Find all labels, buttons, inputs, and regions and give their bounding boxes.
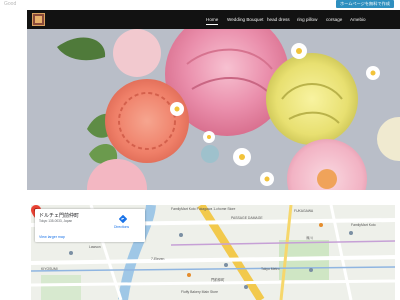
google-map[interactable]: FamilyMart Koto Fukagawa 1-chome Store P… [31,205,395,300]
nav-item-head-dress[interactable]: head dress [267,10,290,29]
map-label: 門前仲町 [211,278,225,282]
directions-icon[interactable] [119,215,127,223]
logo-emblem [35,16,42,23]
map-label: 7-Eleven [151,257,165,261]
map-label: FUKAGAWA [294,209,314,213]
map-label: 深川 [306,236,313,240]
site-label: Good [4,1,17,7]
map-label: Tokyo Metro [261,267,280,271]
site-logo[interactable] [32,13,45,26]
navbar: Home Wedding Bouquet head dress ring pil… [27,10,400,29]
map-label: Fluffy Bakery Main Store [181,290,219,294]
map-label: Lawson [89,245,101,249]
nav-item-ring-pillow[interactable]: ring pillow [297,10,317,29]
map-label: FamilyMart Koto [351,223,376,227]
directions-link[interactable]: Directions [114,225,129,229]
place-name: ドルチェ門前仲町 [39,213,80,219]
nav-item-corsage[interactable]: corsage [326,10,342,29]
nav-item-amebio[interactable]: Amebio [350,10,366,29]
create-homepage-button[interactable]: ホームページを無料で作成 [335,0,394,8]
hero-image [27,29,400,190]
nav-item-wedding-bouquet[interactable]: Wedding Bouquet [227,10,263,29]
map-label: FamilyMart Koto Fukagawa 1-chome Store [171,207,236,211]
nav-item-home[interactable]: Home [206,10,219,29]
map-label: KIYOSUMI [41,267,58,271]
place-address: Tokyo 135-0033, Japan [39,219,73,223]
top-strip: Good ホームページを無料で作成 [0,0,400,10]
flower-bouquet-illustration [27,29,400,190]
view-larger-map-link[interactable]: View larger map [39,235,65,239]
map-info-card: ドルチェ門前仲町 Tokyo 135-0033, Japan View larg… [35,209,145,242]
map-label: PASSAGE DAMAGE [231,216,263,220]
